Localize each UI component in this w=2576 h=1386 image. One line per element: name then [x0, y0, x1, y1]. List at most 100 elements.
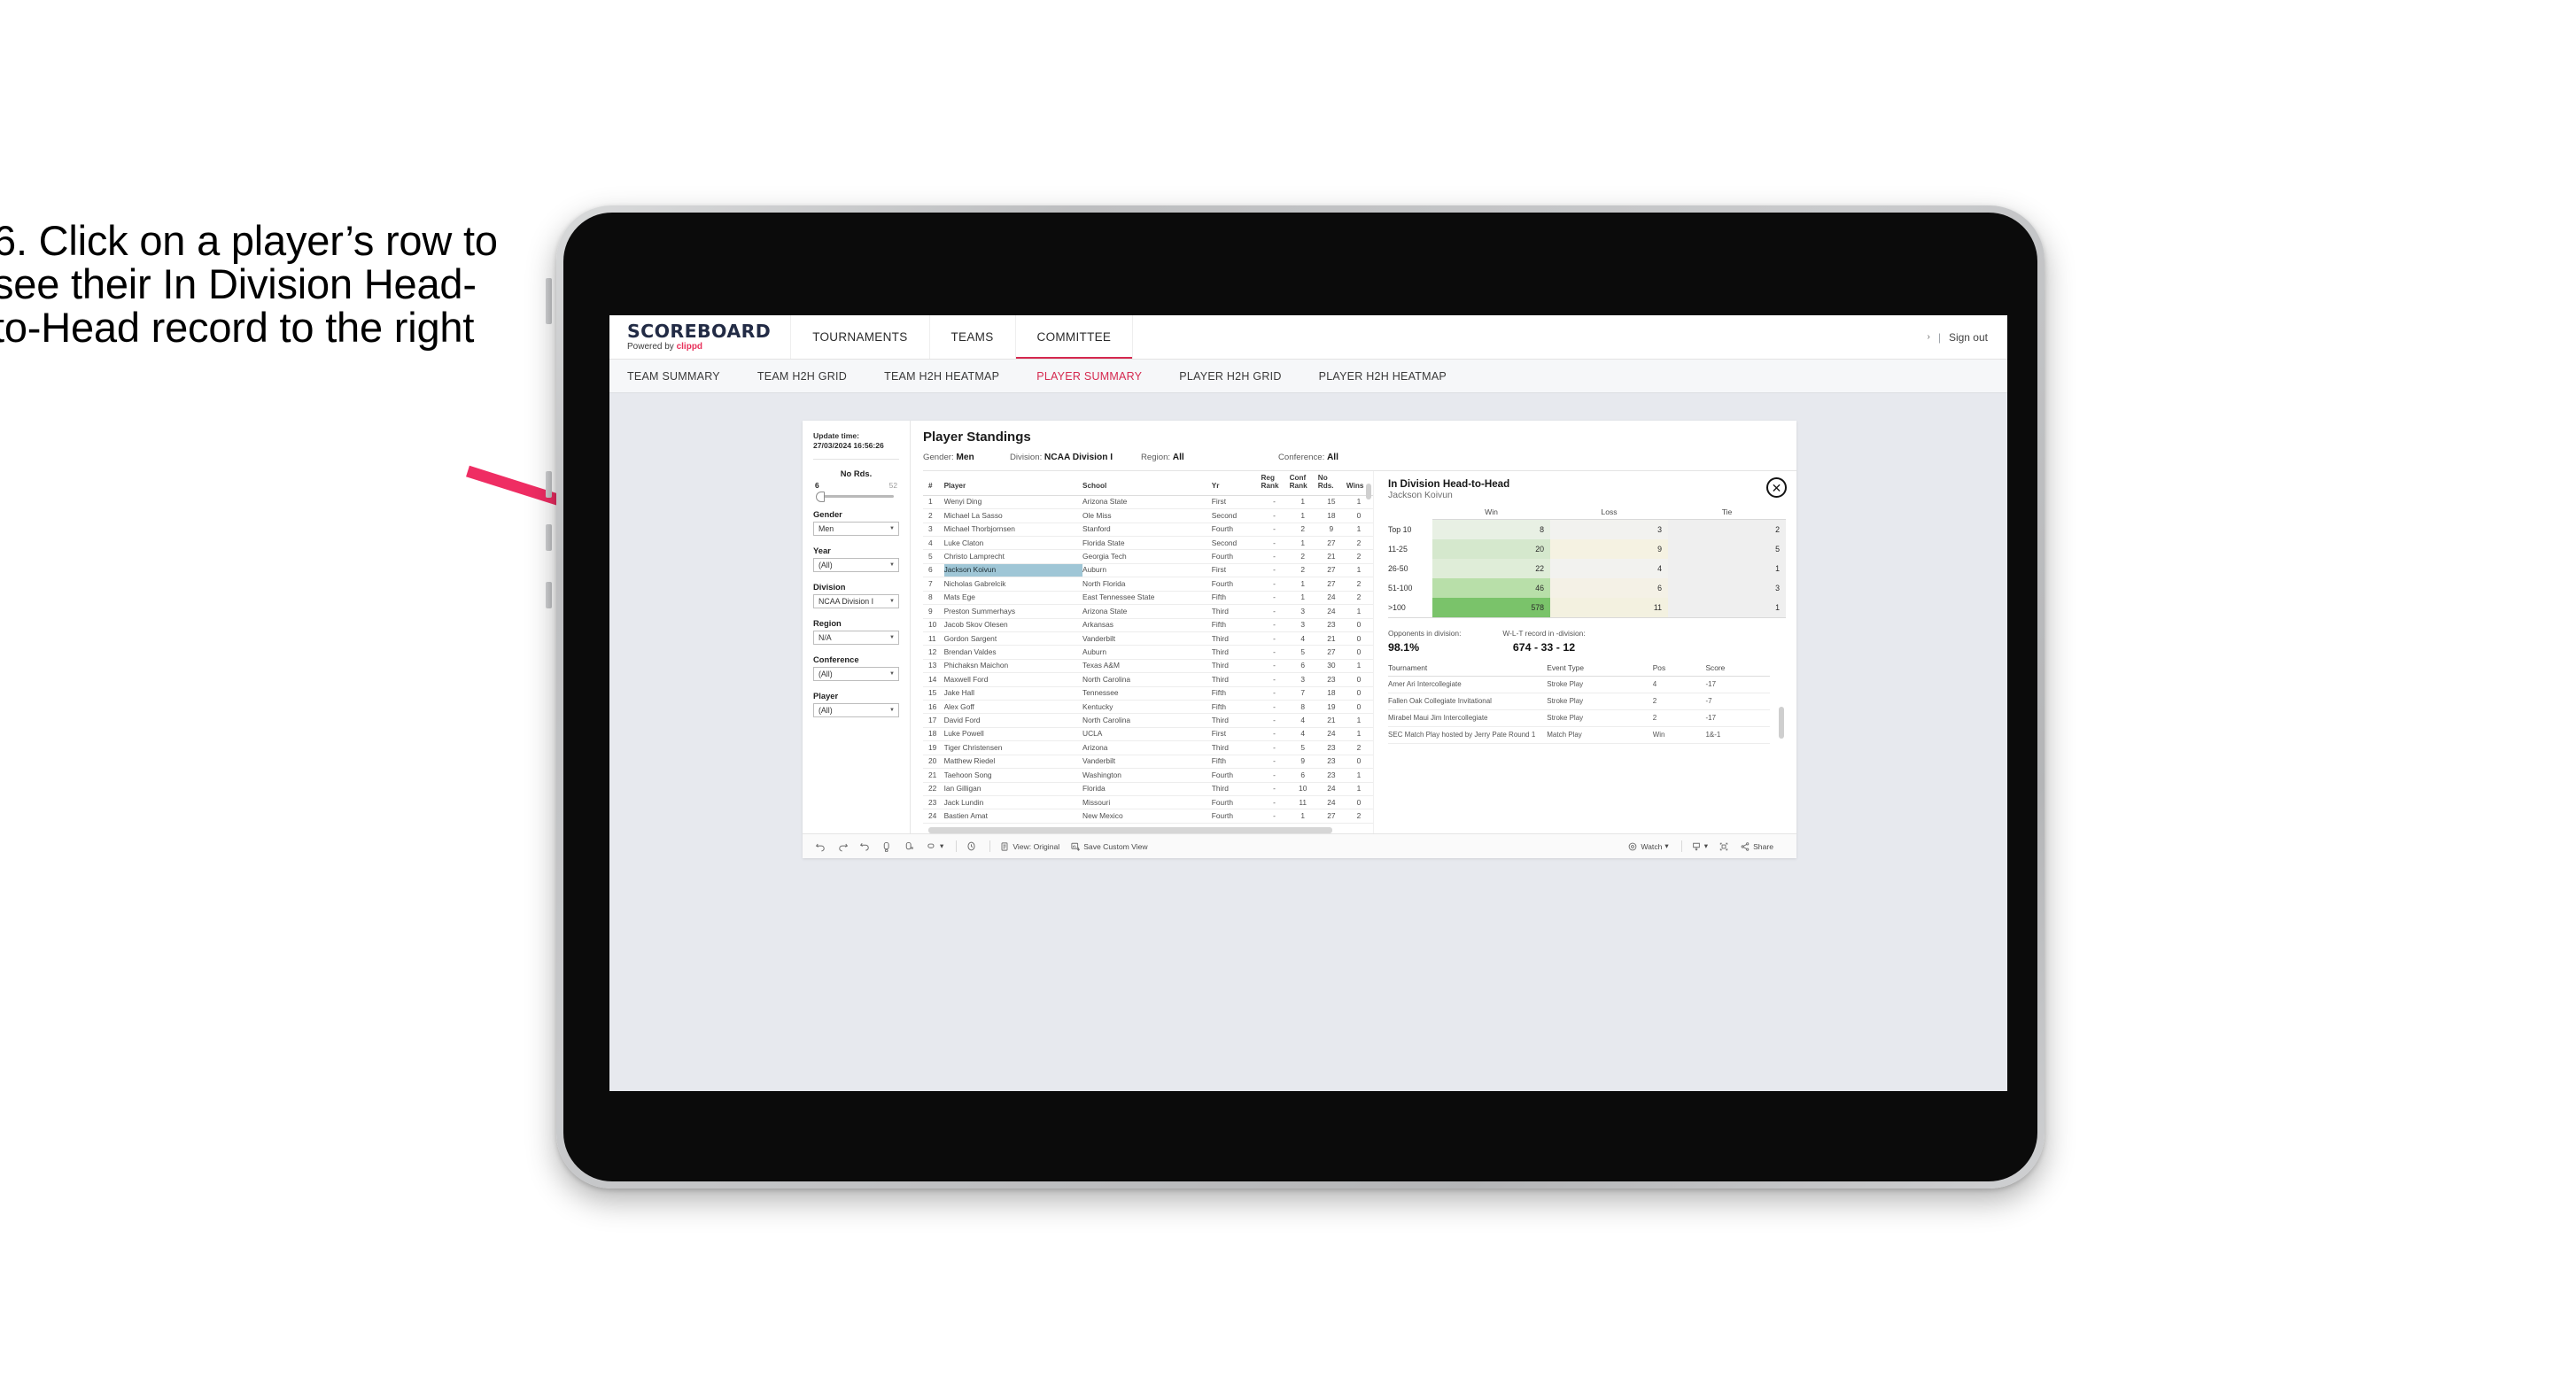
table-row[interactable]: 25Cole SherwoodVanderbiltFourth-12231 [923, 823, 1373, 825]
tab-team-h2h-heatmap[interactable]: TEAM H2H HEATMAP [884, 370, 1019, 383]
tournaments-scrollbar[interactable] [1779, 707, 1784, 739]
revert-button[interactable] [859, 840, 871, 852]
sign-out-button[interactable]: Sign out [1949, 331, 1988, 344]
table-row[interactable]: 1 Wenyi Ding Arizona State First -1 15 1 [923, 495, 1373, 510]
table-row[interactable]: 4 Luke Claton Florida State Second -1 27 2 [923, 536, 1373, 551]
standings-table: # Player School Yr Reg Rank Conf Rank No… [923, 471, 1373, 825]
cell-reg-rank: - [1261, 659, 1290, 674]
cell-conf-rank: 11 [1289, 795, 1318, 810]
table-row[interactable]: 21 Taehoon Song Washington Fourth -6 23 1 [923, 768, 1373, 783]
slider-track[interactable] [816, 491, 894, 502]
col-player[interactable]: Player [943, 471, 1083, 496]
tournament-row[interactable]: Fallen Oak Collegiate Invitational Stroke… [1388, 693, 1771, 710]
cell-wins: 2 [1346, 591, 1373, 606]
nav-item-committee[interactable]: COMMITTEE [1015, 315, 1134, 359]
cell-player: Jacob Skov Olesen [943, 618, 1083, 632]
slider-handle[interactable] [816, 491, 825, 502]
tournament-row[interactable]: SEC Match Play hosted by Jerry Pate Roun… [1388, 726, 1771, 744]
fullscreen-button[interactable] [1719, 841, 1729, 852]
table-row[interactable]: 5 Christo Lamprecht Georgia Tech Fourth -2 21… [923, 549, 1373, 564]
table-row[interactable]: 13 Phichaksn Maichon Texas A&M Third -6 30 1 [923, 659, 1373, 674]
refresh-button[interactable] [881, 840, 893, 852]
nav-item-tournaments[interactable]: TOURNAMENTS [791, 315, 930, 359]
col-conf-rank[interactable]: Conf Rank [1289, 471, 1318, 496]
standings-vertical-scrollbar[interactable] [1366, 484, 1371, 499]
filter-player-select[interactable]: (All) ▼ [813, 703, 899, 718]
cell-no-rds: 24 [1317, 782, 1346, 797]
table-row[interactable]: 17 David Ford North Carolina Third -4 21 1 [923, 713, 1373, 728]
undo-button[interactable] [815, 840, 826, 852]
table-row[interactable]: 20 Matthew Riedel Vanderbilt Fifth -9 23 0 [923, 755, 1373, 770]
filter-year-select[interactable]: (All) ▼ [813, 558, 899, 573]
table-row[interactable]: 8 Mats Ege East Tennessee State Fifth -1 24 2 [923, 591, 1373, 606]
filter-conference-label: Conference [813, 654, 859, 665]
device-button-volume-down [546, 524, 552, 551]
view-original-button[interactable]: View: Original [999, 841, 1059, 852]
cell-rank: 18 [923, 727, 944, 742]
cell-conf-rank: 4 [1289, 727, 1318, 742]
no-rounds-slider[interactable]: No Rds. 6 52 [813, 468, 899, 502]
table-row[interactable]: 19 Tiger Christensen Arizona Third -5 23 2 [923, 740, 1373, 755]
table-row[interactable]: 11 Gordon Sargent Vanderbilt Third -4 21 0 [923, 631, 1373, 647]
cell-player: Jack Lundin [943, 795, 1083, 810]
toolbar-divider-3 [1680, 840, 1682, 852]
presentation-button[interactable]: ▾ [926, 840, 943, 852]
table-row[interactable]: 18 Luke Powell UCLA First -4 24 1 [923, 727, 1373, 742]
table-row[interactable]: 14 Maxwell Ford North Carolina Third -3 23 0 [923, 672, 1373, 687]
cell-wins: 1 [1346, 523, 1373, 537]
table-row[interactable]: 15 Jake Hall Tennessee Fifth -7 18 0 [923, 686, 1373, 701]
tab-team-h2h-grid[interactable]: TEAM H2H GRID [757, 370, 866, 383]
table-row[interactable]: 3 Michael Thorbjornsen Stanford Fourth -2 9 1 [923, 523, 1373, 537]
col-reg-rank[interactable]: Reg Rank [1261, 471, 1290, 496]
col-rank[interactable]: # [923, 471, 944, 496]
save-custom-view-button[interactable]: Save Custom View [1070, 841, 1148, 852]
filter-region: Region N/A ▼ [813, 618, 899, 646]
tab-team-summary[interactable]: TEAM SUMMARY [627, 370, 740, 383]
filter-region-select[interactable]: N/A ▼ [813, 631, 899, 646]
close-icon[interactable]: ✕ [1766, 477, 1787, 498]
table-row[interactable]: 10 Jacob Skov Olesen Arkansas Fifth -3 23 0 [923, 618, 1373, 632]
redo-button[interactable] [837, 840, 849, 852]
history-button[interactable] [966, 840, 977, 852]
standings-horizontal-scrollbar[interactable] [928, 827, 1332, 833]
col-no-rds[interactable]: No Rds. [1317, 471, 1346, 496]
table-row[interactable]: 22 Ian Gilligan Florida Third -10 24 1 [923, 782, 1373, 797]
cell-reg-rank: - [1261, 645, 1290, 660]
cell-rank: 23 [923, 795, 944, 810]
cell-conf-rank: 2 [1289, 563, 1318, 578]
cell-wins: 0 [1346, 618, 1373, 632]
cell-yr: Fourth [1211, 549, 1261, 564]
cell-score: -17 [1705, 676, 1771, 693]
table-row[interactable]: 12 Brendan Valdes Auburn Third -5 27 0 [923, 645, 1373, 660]
tournament-row[interactable]: Mirabel Maui Jim Intercollegiate Stroke P… [1388, 709, 1771, 727]
h2h-col-win: Win [1432, 507, 1550, 520]
filter-gender-select[interactable]: Men ▼ [813, 522, 899, 537]
table-row[interactable]: 16 Alex Goff Kentucky Fifth -8 19 0 [923, 700, 1373, 715]
table-row[interactable]: 24 Bastien Amat New Mexico Fourth -1 27 2 [923, 809, 1373, 824]
cell-wins: 0 [1346, 672, 1373, 687]
share-button[interactable]: Share [1740, 841, 1773, 852]
cell-no-rds: 24 [1317, 795, 1346, 810]
nav-item-teams[interactable]: TEAMS [930, 315, 1016, 359]
table-row[interactable]: 9 Preston Summerhays Arizona State Third -3 2… [923, 604, 1373, 619]
tournament-row[interactable]: Amer Ari Intercollegiate Stroke Play 4 -17 [1388, 676, 1771, 693]
tab-player-h2h-heatmap[interactable]: PLAYER H2H HEATMAP [1319, 370, 1466, 383]
filter-division-select[interactable]: NCAA Division I ▼ [813, 594, 899, 609]
table-row[interactable]: 7 Nicholas Gabrelcik North Florida Fourth -1… [923, 577, 1373, 592]
standings-scroll-area[interactable]: # Player School Yr Reg Rank Conf Rank No… [923, 471, 1373, 825]
tab-player-summary[interactable]: PLAYER SUMMARY [1036, 370, 1161, 383]
cell-event-type: Stroke Play [1547, 676, 1653, 693]
table-row[interactable]: 23 Jack Lundin Missouri Fourth -11 24 0 [923, 795, 1373, 810]
table-row[interactable]: 6 Jackson Koivun Auburn First -2 27 1 [923, 563, 1373, 578]
filter-year-value: (All) [819, 561, 833, 570]
cell-yr: Fourth [1211, 823, 1261, 825]
download-button[interactable]: ▾ [1691, 841, 1708, 852]
tab-player-h2h-grid[interactable]: PLAYER H2H GRID [1179, 370, 1300, 383]
filter-conference-select[interactable]: (All) ▼ [813, 667, 899, 682]
watch-button[interactable]: Watch ▾ [1627, 841, 1669, 852]
col-yr[interactable]: Yr [1211, 471, 1261, 496]
table-row[interactable]: 2 Michael La Sasso Ole Miss Second -1 18 0 [923, 508, 1373, 523]
chevron-right-icon[interactable]: › [1927, 332, 1929, 342]
col-school[interactable]: School [1082, 471, 1212, 496]
pause-button[interactable] [904, 840, 915, 852]
